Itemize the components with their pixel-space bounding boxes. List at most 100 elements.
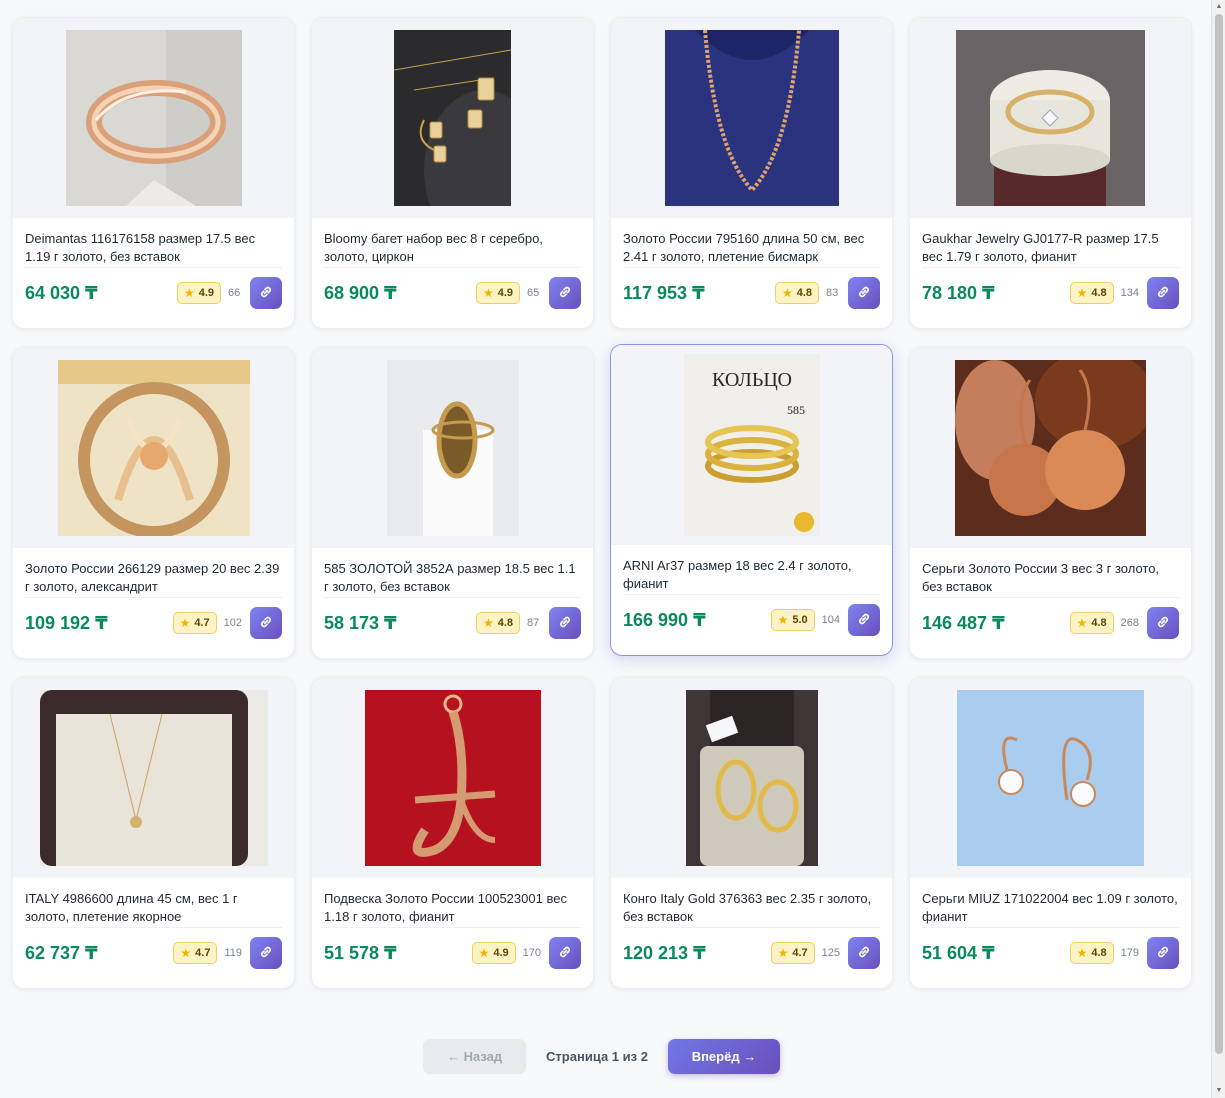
prev-page-button[interactable]: ← Назад — [423, 1039, 527, 1074]
product-link-button[interactable] — [250, 607, 282, 639]
product-info: Bloomy багет набор вес 8 г серебро, золо… — [312, 218, 593, 328]
product-title[interactable]: 585 ЗОЛОТОЙ 3852А размер 18.5 вес 1.1 г … — [324, 560, 581, 598]
gold-chain-on-bust-image[interactable] — [611, 18, 892, 218]
product-info: Золото России 266129 размер 20 вес 2.39 … — [13, 548, 294, 658]
hoop-earrings-in-box-image[interactable] — [611, 678, 892, 878]
product-meta: 166 990 ₸ ★ 5.0 104 — [623, 604, 880, 636]
product-title[interactable]: Gaukhar Jewelry GJ0177-R размер 17.5 вес… — [922, 230, 1179, 268]
rating-value: 4.8 — [1091, 287, 1107, 299]
rating-value: 4.9 — [493, 947, 509, 959]
rating-value: 4.8 — [796, 287, 812, 299]
star-icon: ★ — [179, 616, 191, 630]
product-info: Конго Italy Gold 376363 вес 2.35 г золот… — [611, 878, 892, 988]
product-price: 120 213 ₸ — [623, 942, 706, 963]
product-link-button[interactable] — [549, 277, 581, 309]
link-icon — [258, 944, 274, 963]
product-price: 78 180 ₸ — [922, 282, 995, 303]
coiled-gold-ring-poster-image[interactable]: КОЛЬЦО 585 — [611, 345, 892, 545]
product-title[interactable]: Подвеска Золото России 100523001 вес 1.1… — [324, 890, 581, 928]
scroll-thumb[interactable] — [1215, 14, 1223, 1054]
review-count: 87 — [527, 617, 540, 629]
product-meta: 146 487 ₸ ★ 4.8 268 — [922, 607, 1179, 639]
rating-badge: ★ 5.0 — [770, 609, 815, 631]
svg-text:КОЛЬЦО: КОЛЬЦО — [712, 369, 792, 391]
product-card[interactable]: 585 ЗОЛОТОЙ 3852А размер 18.5 вес 1.1 г … — [311, 347, 594, 659]
review-count: 66 — [228, 287, 241, 299]
rating-badge: ★ 4.8 — [1069, 612, 1114, 634]
ring-with-stone-on-stand-image[interactable] — [910, 18, 1191, 218]
link-icon — [557, 284, 573, 303]
ornate-openwork-ring-image[interactable] — [13, 348, 294, 548]
product-link-button[interactable] — [549, 607, 581, 639]
product-link-button[interactable] — [1147, 277, 1179, 309]
rose-gold-wedding-band-image[interactable] — [13, 18, 294, 218]
next-page-button[interactable]: Вперёд → — [667, 1039, 780, 1074]
product-title[interactable]: Серьги MIUZ 171022004 вес 1.09 г золото,… — [922, 890, 1179, 928]
stud-drop-earrings-on-blue-image[interactable] — [910, 678, 1191, 878]
star-icon: ★ — [781, 286, 793, 300]
star-icon: ★ — [482, 616, 494, 630]
product-link-button[interactable] — [1147, 937, 1179, 969]
product-meta: 64 030 ₸ ★ 4.9 66 — [25, 277, 282, 309]
vertical-scrollbar[interactable]: ▲ ▼ — [1211, 0, 1225, 1098]
product-title[interactable]: Конго Italy Gold 376363 вес 2.35 г золот… — [623, 890, 880, 928]
product-card[interactable]: Золото России 266129 размер 20 вес 2.39 … — [12, 347, 295, 659]
review-count: 65 — [527, 287, 540, 299]
product-link-button[interactable] — [848, 937, 880, 969]
product-card[interactable]: Bloomy багет набор вес 8 г серебро, золо… — [311, 17, 594, 329]
product-card[interactable]: Конго Italy Gold 376363 вес 2.35 г золот… — [610, 677, 893, 989]
rating-value: 5.0 — [792, 614, 808, 626]
product-link-button[interactable] — [848, 604, 880, 636]
link-icon — [1155, 944, 1171, 963]
product-title[interactable]: Золото России 795160 длина 50 см, вес 2.… — [623, 230, 880, 268]
product-info: ITALY 4986600 длина 45 см, вес 1 г золот… — [13, 878, 294, 988]
product-title[interactable]: ARNI Ar37 размер 18 вес 2.4 г золото, фи… — [623, 557, 880, 595]
filigree-ball-earrings-image[interactable] — [910, 348, 1191, 548]
product-card[interactable]: Подвеска Золото России 100523001 вес 1.1… — [311, 677, 594, 989]
rating-value: 4.8 — [1091, 617, 1107, 629]
pendant-necklace-in-box-image[interactable] — [13, 678, 294, 878]
product-link-button[interactable] — [1147, 607, 1179, 639]
product-meta: 62 737 ₸ ★ 4.7 119 — [25, 937, 282, 969]
product-card[interactable]: Золото России 795160 длина 50 см, вес 2.… — [610, 17, 893, 329]
rating-badge: ★ 4.8 — [1069, 282, 1114, 304]
link-icon — [258, 284, 274, 303]
product-card[interactable]: Серьги MIUZ 171022004 вес 1.09 г золото,… — [909, 677, 1192, 989]
review-count: 134 — [1120, 287, 1139, 299]
product-info: Подвеска Золото России 100523001 вес 1.1… — [312, 878, 593, 988]
review-count: 83 — [826, 287, 839, 299]
product-card[interactable]: Серьги Золото России 3 вес 3 г золото, б… — [909, 347, 1192, 659]
product-title[interactable]: ITALY 4986600 длина 45 см, вес 1 г золот… — [25, 890, 282, 928]
product-link-button[interactable] — [848, 277, 880, 309]
marquise-signet-ring-image[interactable] — [312, 348, 593, 548]
product-card[interactable]: Gaukhar Jewelry GJ0177-R размер 17.5 вес… — [909, 17, 1192, 329]
product-link-button[interactable] — [549, 937, 581, 969]
scroll-up-arrow-icon[interactable]: ▲ — [1215, 3, 1223, 11]
product-title[interactable]: Bloomy багет набор вес 8 г серебро, золо… — [324, 230, 581, 268]
link-icon — [856, 611, 872, 630]
scroll-down-arrow-icon[interactable]: ▼ — [1215, 1087, 1223, 1095]
star-icon: ★ — [777, 613, 789, 627]
product-link-button[interactable] — [250, 937, 282, 969]
product-link-button[interactable] — [250, 277, 282, 309]
product-title[interactable]: Золото России 266129 размер 20 вес 2.39 … — [25, 560, 282, 598]
product-price: 51 604 ₸ — [922, 942, 995, 963]
page-indicator: Страница 1 из 2 — [546, 1049, 648, 1064]
product-title[interactable]: Deimantas 116176158 размер 17.5 вес 1.19… — [25, 230, 282, 268]
product-info: 585 ЗОЛОТОЙ 3852А размер 18.5 вес 1.1 г … — [312, 548, 593, 658]
link-icon — [856, 944, 872, 963]
product-card[interactable]: КОЛЬЦО 585 ARNI Ar37 размер 18 вес 2.4 г… — [610, 344, 893, 656]
product-title[interactable]: Серьги Золото России 3 вес 3 г золото, б… — [922, 560, 1179, 598]
rating-badge: ★ 4.7 — [172, 612, 217, 634]
rating-value: 4.9 — [198, 287, 214, 299]
product-card[interactable]: Deimantas 116176158 размер 17.5 вес 1.19… — [12, 17, 295, 329]
product-info: Золото России 795160 длина 50 см, вес 2.… — [611, 218, 892, 328]
rating-value: 4.8 — [497, 617, 513, 629]
baguette-jewelry-set-image[interactable] — [312, 18, 593, 218]
product-info: ARNI Ar37 размер 18 вес 2.4 г золото, фи… — [611, 545, 892, 655]
letter-pendant-on-red-image[interactable] — [312, 678, 593, 878]
product-card[interactable]: ITALY 4986600 длина 45 см, вес 1 г золот… — [12, 677, 295, 989]
product-info: Deimantas 116176158 размер 17.5 вес 1.19… — [13, 218, 294, 328]
rating-badge: ★ 4.8 — [475, 612, 520, 634]
rating-badge: ★ 4.9 — [176, 282, 221, 304]
